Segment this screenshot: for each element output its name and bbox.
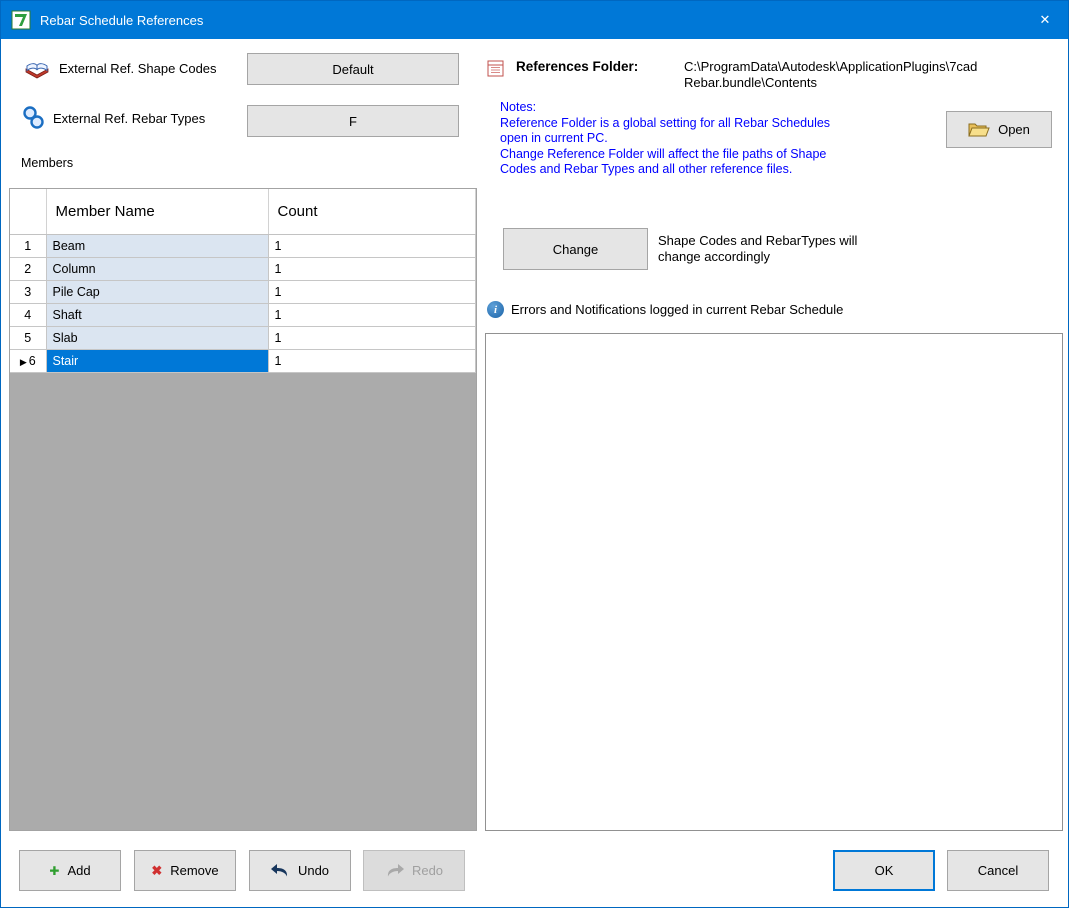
open-folder-icon xyxy=(968,123,990,136)
app-icon xyxy=(11,10,31,30)
rebar-schedule-references-dialog: Rebar Schedule References ✕ External Ref… xyxy=(0,0,1069,908)
undo-arrow-icon xyxy=(270,864,287,877)
table-row[interactable]: ▶5 Slab 1 xyxy=(10,326,476,350)
red-x-icon: ✖ xyxy=(151,862,163,878)
table-row[interactable]: ▶ 6 Stair 1 xyxy=(10,349,476,373)
cancel-button[interactable]: Cancel xyxy=(947,850,1049,891)
add-button-label: Add xyxy=(67,863,91,878)
count-cell[interactable]: 1 xyxy=(268,280,476,304)
schedule-form-icon xyxy=(487,60,504,77)
shape-codes-default-button[interactable]: Default xyxy=(247,53,459,85)
column-header-count[interactable]: Count xyxy=(268,189,476,235)
errors-log-panel xyxy=(485,333,1063,831)
rebar-types-row: External Ref. Rebar Types xyxy=(21,105,205,131)
row-header-cell[interactable]: ▶5 xyxy=(10,326,47,350)
count-cell[interactable]: 1 xyxy=(268,303,476,327)
ok-button[interactable]: OK xyxy=(833,850,935,891)
redo-arrow-icon xyxy=(387,864,404,877)
row-number: 3 xyxy=(24,284,32,299)
row-number: 2 xyxy=(24,261,32,276)
row-number: 4 xyxy=(24,307,32,322)
window-title: Rebar Schedule References xyxy=(40,12,204,28)
notes-text: Notes: Reference Folder is a global sett… xyxy=(500,100,831,176)
member-name-cell[interactable]: Stair xyxy=(46,349,269,373)
errors-label: Errors and Notifications logged in curre… xyxy=(511,302,844,317)
shape-codes-label: External Ref. Shape Codes xyxy=(59,60,217,76)
undo-button[interactable]: Undo xyxy=(249,850,351,891)
redo-button-label: Redo xyxy=(411,863,444,878)
row-number: 6 xyxy=(28,353,36,368)
rebar-types-label: External Ref. Rebar Types xyxy=(53,110,206,126)
rebar-types-f-button[interactable]: F xyxy=(247,105,459,137)
count-cell[interactable]: 1 xyxy=(268,326,476,350)
open-button[interactable]: Open xyxy=(946,111,1052,148)
close-icon[interactable]: ✕ xyxy=(1022,1,1068,39)
count-cell[interactable]: 1 xyxy=(268,257,476,281)
count-cell[interactable]: 1 xyxy=(268,349,476,373)
rebar-rings-icon xyxy=(23,106,44,129)
count-cell[interactable]: 1 xyxy=(268,234,476,258)
row-header-cell[interactable]: ▶2 xyxy=(10,257,47,281)
row-header-cell[interactable]: ▶1 xyxy=(10,234,47,258)
change-note-text: Shape Codes and RebarTypes will change a… xyxy=(658,233,858,265)
table-row[interactable]: ▶3 Pile Cap 1 xyxy=(10,280,476,304)
row-header-cell[interactable]: ▶ 6 xyxy=(10,349,47,373)
shape-codes-row: External Ref. Shape Codes xyxy=(23,57,217,79)
member-name-cell[interactable]: Pile Cap xyxy=(46,280,269,304)
table-row[interactable]: ▶2 Column 1 xyxy=(10,257,476,281)
members-label: Members xyxy=(21,156,74,170)
plus-icon: ✚ xyxy=(49,863,60,878)
member-name-cell[interactable]: Slab xyxy=(46,326,269,350)
book-icon xyxy=(25,63,49,79)
table-row[interactable]: ▶1 Beam 1 xyxy=(10,234,476,258)
references-folder-row: References Folder: C:\ProgramData\Autode… xyxy=(487,59,989,92)
add-button[interactable]: ✚ Add xyxy=(19,850,121,891)
members-grid[interactable]: Member Name Count ▶1 Beam 1 ▶2 Column 1 … xyxy=(9,188,477,831)
redo-button[interactable]: Redo xyxy=(363,850,465,891)
table-row[interactable]: ▶4 Shaft 1 xyxy=(10,303,476,327)
info-icon: i xyxy=(487,301,504,318)
member-name-cell[interactable]: Shaft xyxy=(46,303,269,327)
references-folder-label: References Folder: xyxy=(516,59,639,74)
remove-button-label: Remove xyxy=(170,863,219,878)
references-folder-path: C:\ProgramData\Autodesk\ApplicationPlugi… xyxy=(684,59,978,91)
members-table: Member Name Count ▶1 Beam 1 ▶2 Column 1 … xyxy=(10,189,476,373)
members-table-body: ▶1 Beam 1 ▶2 Column 1 ▶3 Pile Cap 1 ▶4 S… xyxy=(10,234,476,373)
undo-button-label: Undo xyxy=(297,863,330,878)
column-header-member-name[interactable]: Member Name xyxy=(46,189,269,235)
current-row-marker-icon: ▶ xyxy=(19,356,27,367)
change-button[interactable]: Change xyxy=(503,228,648,270)
open-button-label: Open xyxy=(998,122,1030,137)
member-name-cell[interactable]: Column xyxy=(46,257,269,281)
titlebar[interactable]: Rebar Schedule References ✕ xyxy=(1,1,1068,39)
row-header-cell[interactable]: ▶4 xyxy=(10,303,47,327)
row-number: 1 xyxy=(24,238,32,253)
remove-button[interactable]: ✖ Remove xyxy=(134,850,236,891)
row-header-cell[interactable]: ▶3 xyxy=(10,280,47,304)
row-header-column[interactable] xyxy=(10,189,47,235)
member-name-cell[interactable]: Beam xyxy=(46,234,269,258)
row-number: 5 xyxy=(24,330,32,345)
errors-info-row: i Errors and Notifications logged in cur… xyxy=(487,301,843,318)
